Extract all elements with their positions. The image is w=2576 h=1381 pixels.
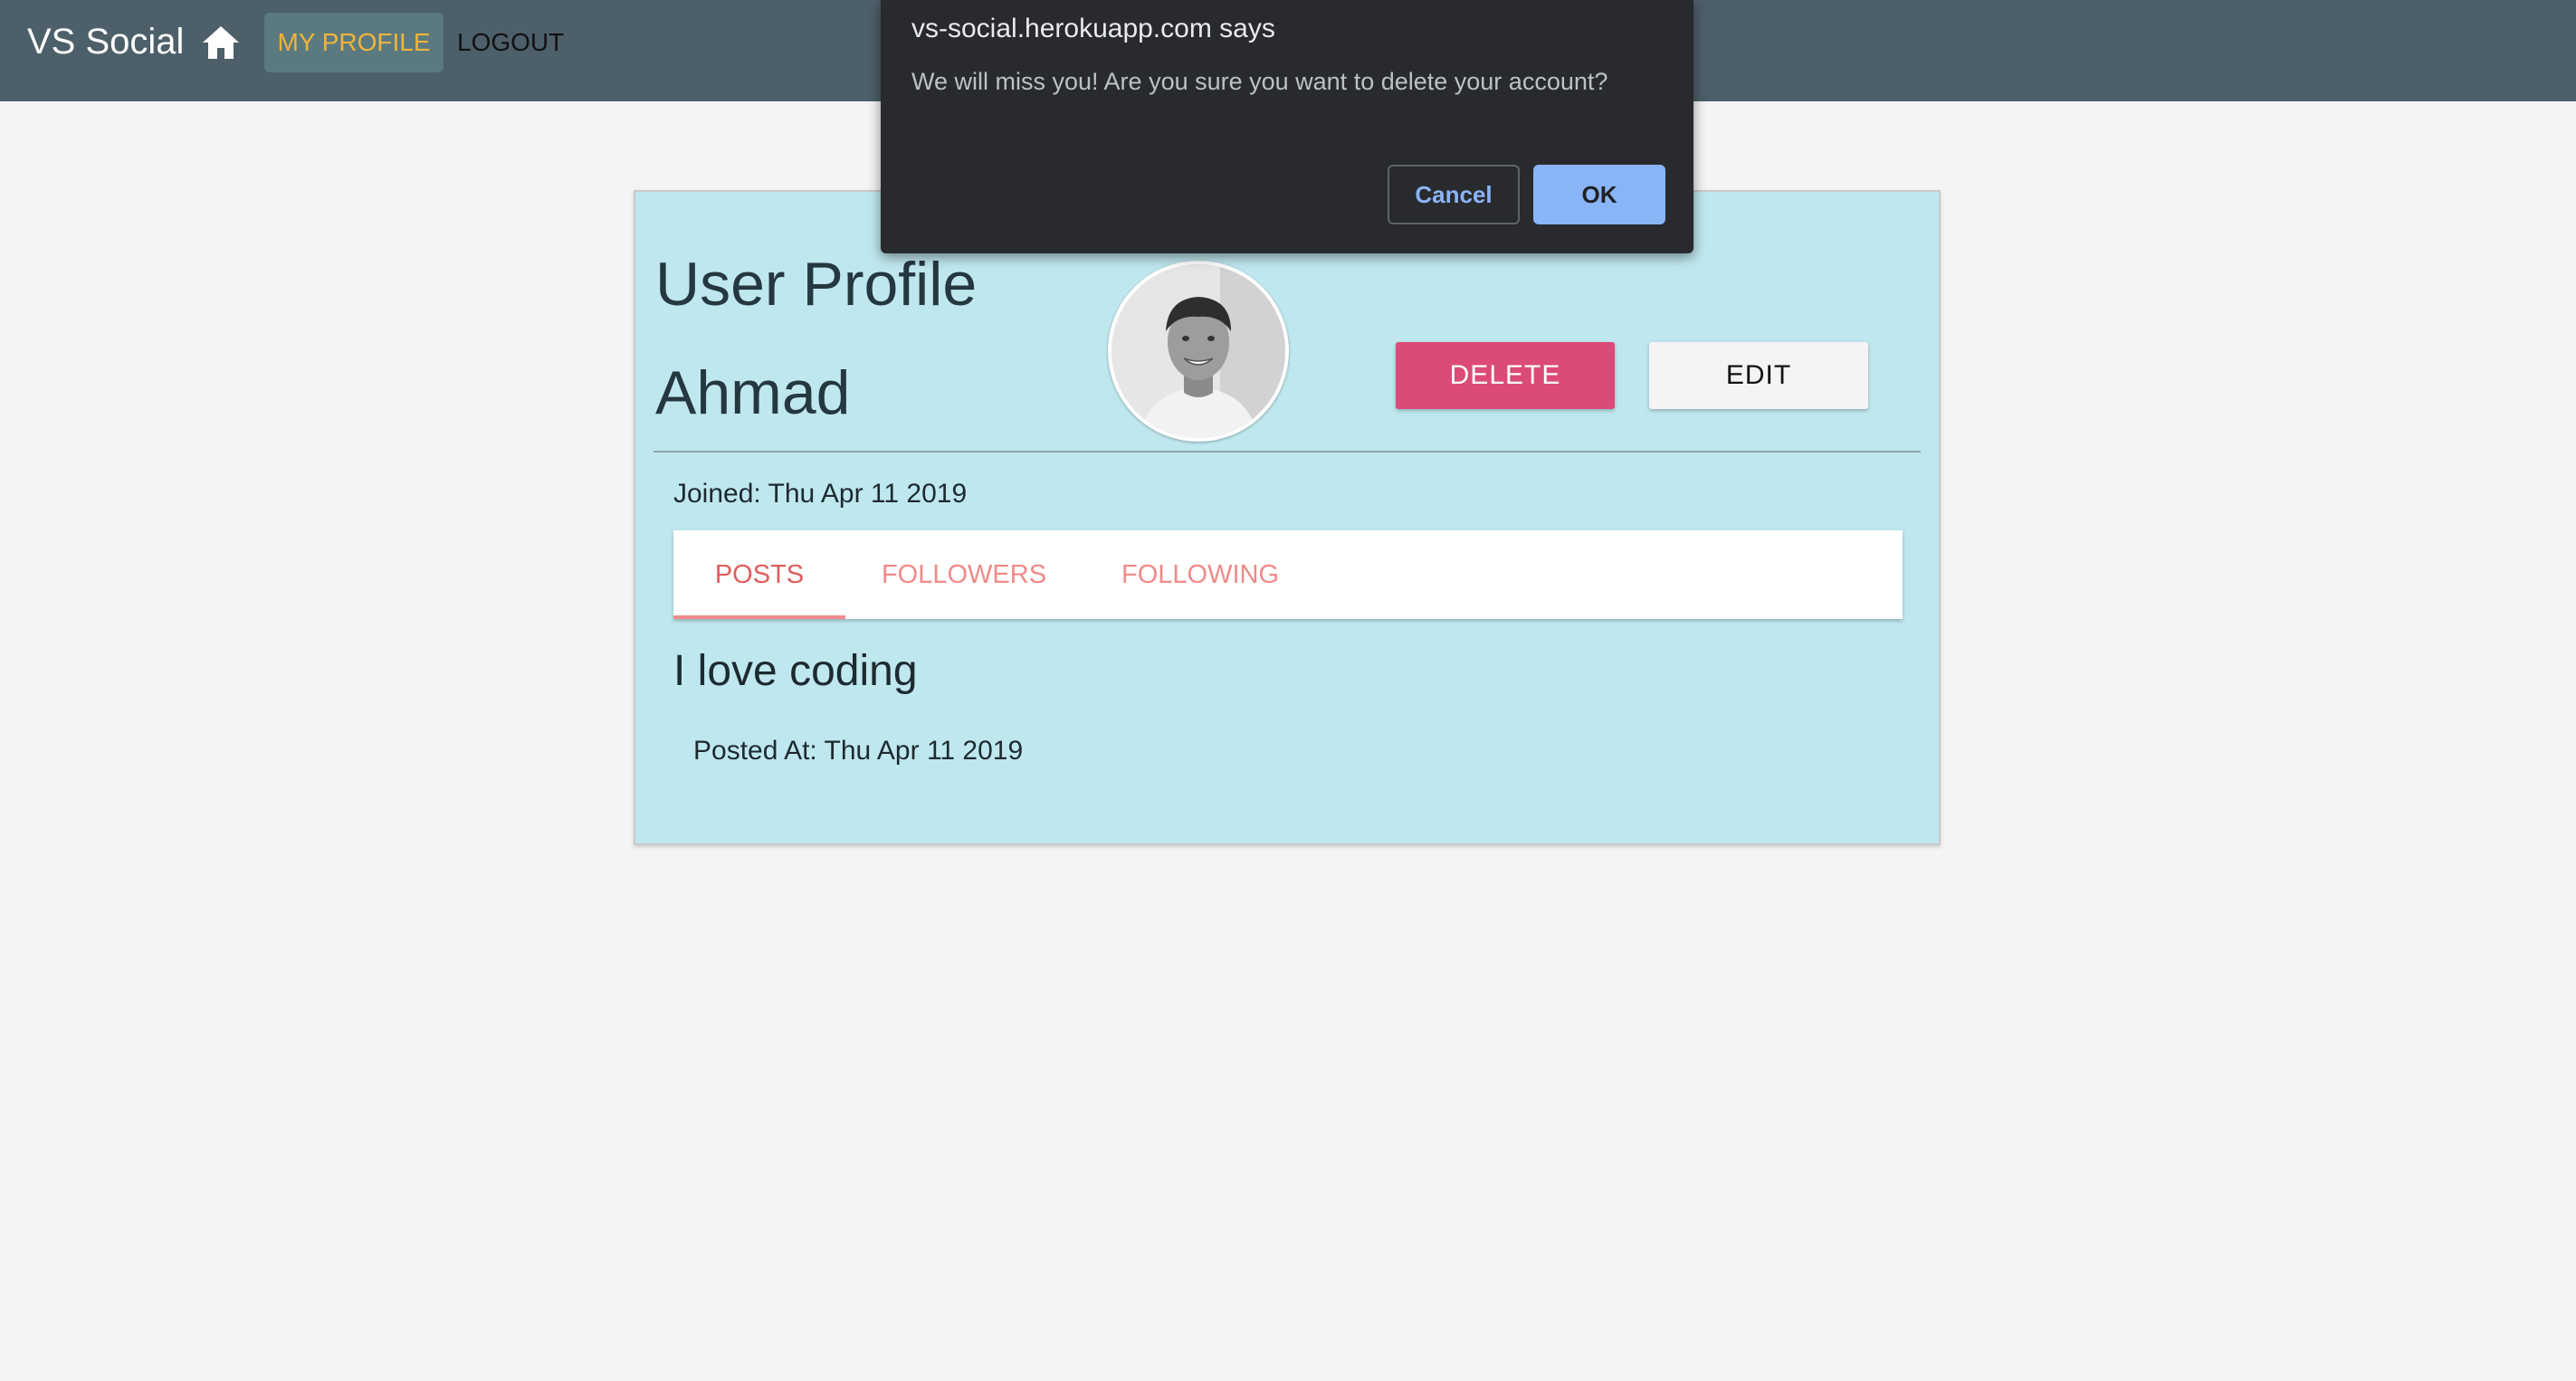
dialog-ok-button[interactable]: OK (1533, 165, 1665, 224)
delete-account-button[interactable]: DELETE (1396, 342, 1615, 409)
nav-logout-link[interactable]: LOGOUT (457, 13, 564, 72)
nav-my-profile-link[interactable]: MY PROFILE (264, 13, 444, 72)
page-title: User Profile (655, 250, 978, 319)
profile-tabs: POSTS FOLLOWERS FOLLOWING (673, 530, 1903, 619)
post-date: Posted At: Thu Apr 11 2019 (693, 736, 1024, 766)
dialog-title: vs-social.herokuapp.com says (911, 14, 1275, 43)
divider (654, 451, 1921, 452)
confirm-dialog: vs-social.herokuapp.com says We will mis… (881, 0, 1693, 253)
post-title: I love coding (673, 647, 918, 695)
joined-date: Joined: Thu Apr 11 2019 (673, 479, 968, 509)
avatar-photo (1111, 264, 1285, 438)
profile-card: User Profile Ahmad DELETE EDIT Joined: T… (634, 190, 1941, 845)
avatar (1108, 261, 1289, 442)
user-name: Ahmad (655, 358, 851, 427)
dialog-cancel-button[interactable]: Cancel (1388, 165, 1520, 224)
active-tab-indicator (673, 615, 845, 619)
brand-logo[interactable]: VS Social (27, 20, 184, 63)
tab-following[interactable]: FOLLOWING (1083, 530, 1318, 619)
home-icon[interactable] (201, 24, 241, 61)
dialog-message: We will miss you! Are you sure you want … (911, 68, 1608, 95)
edit-profile-button[interactable]: EDIT (1649, 342, 1868, 409)
tab-posts[interactable]: POSTS (673, 530, 845, 619)
tab-followers[interactable]: FOLLOWERS (845, 530, 1083, 619)
